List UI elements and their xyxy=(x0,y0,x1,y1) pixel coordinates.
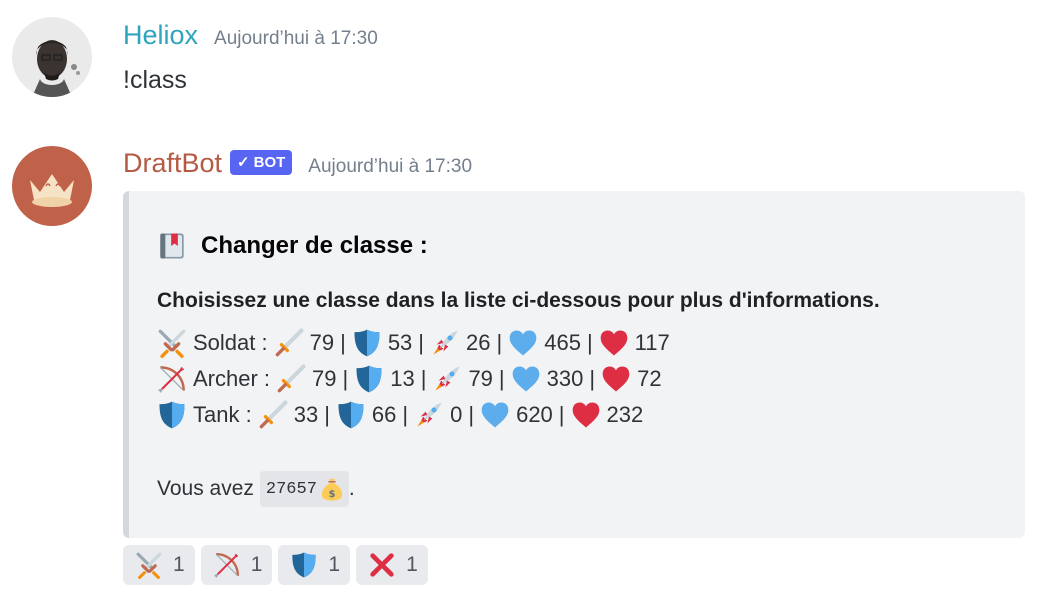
attack-value: 79 xyxy=(309,330,335,355)
separator: | xyxy=(498,366,505,391)
rocket-icon xyxy=(414,400,444,430)
health-value: 465 xyxy=(544,330,581,355)
embed-title: Changer de classe : xyxy=(157,231,428,261)
reaction-crossed-swords[interactable]: 1 xyxy=(123,545,195,585)
speed-value: 0 xyxy=(450,402,463,427)
reaction-count: 1 xyxy=(406,553,418,576)
bot-tag-label: BOT xyxy=(253,153,286,171)
dagger-icon xyxy=(276,364,306,394)
message-content: !class xyxy=(123,66,187,94)
health-value: 620 xyxy=(516,402,553,427)
speed-value: 79 xyxy=(468,366,493,391)
dagger-icon xyxy=(274,328,304,358)
red-heart-icon xyxy=(599,328,629,358)
class-line-tank: Tank : 33 | 66 | 0 | 620 | 232 xyxy=(157,399,649,431)
blue-heart-icon xyxy=(480,400,510,430)
reaction-shield[interactable]: 1 xyxy=(278,545,351,585)
dagger-icon xyxy=(258,400,288,430)
separator: | xyxy=(589,366,596,391)
separator: | xyxy=(324,402,330,427)
separator: | xyxy=(558,402,565,427)
reaction-cross-mark[interactable]: 1 xyxy=(356,545,428,585)
speed-value: 26 xyxy=(466,330,491,355)
check-icon: ✓ xyxy=(237,154,250,171)
separator: | xyxy=(496,330,503,355)
avatar[interactable] xyxy=(12,17,92,97)
separator: | xyxy=(420,366,427,391)
class-line-archer: Archer : 79 | 13 | 79 | 330 | 72 xyxy=(157,363,668,395)
money-line: Vous avez 27657 . xyxy=(157,471,355,507)
separator: | xyxy=(340,330,346,355)
rocket-icon xyxy=(432,364,462,394)
cross-mark-icon xyxy=(368,551,396,579)
separator: | xyxy=(418,330,425,355)
money-bag-icon xyxy=(319,476,345,502)
reactions-bar: 1 1 1 1 xyxy=(123,545,428,585)
blue-heart-icon xyxy=(508,328,538,358)
separator: | xyxy=(468,402,475,427)
reaction-count: 1 xyxy=(173,553,185,576)
attack-value: 33 xyxy=(293,402,319,427)
reaction-count: 1 xyxy=(328,553,341,576)
username[interactable]: Heliox xyxy=(123,20,198,51)
defense-value: 66 xyxy=(371,402,397,427)
rocket-icon xyxy=(430,328,460,358)
money-suffix: . xyxy=(348,477,355,500)
bot-tag: ✓ BOT xyxy=(230,149,293,175)
shield-icon xyxy=(352,328,382,358)
class-label: Tank : xyxy=(193,402,252,427)
class-line-soldat: Soldat : 79 | 53 | 26 | 465 | 117 xyxy=(157,327,676,359)
separator: | xyxy=(342,366,349,391)
money-label: Vous avez xyxy=(157,477,254,500)
red-heart-icon xyxy=(571,400,601,430)
red-heart-icon xyxy=(601,364,631,394)
shield-icon xyxy=(354,364,384,394)
bow-icon xyxy=(157,364,187,394)
message-header: Heliox Aujourd’hui à 17:30 xyxy=(123,20,378,51)
separator: | xyxy=(402,402,409,427)
crossed-swords-icon xyxy=(157,328,187,358)
avatar[interactable] xyxy=(12,146,92,226)
defense-value: 53 xyxy=(387,330,413,355)
fight-power-value: 117 xyxy=(634,330,670,355)
bow-icon xyxy=(213,551,241,579)
username[interactable]: DraftBot xyxy=(123,148,222,179)
shield-icon xyxy=(290,551,318,579)
money-code: 27657 xyxy=(259,471,349,507)
fight-power-value: 232 xyxy=(606,402,644,427)
reaction-bow[interactable]: 1 xyxy=(200,545,273,585)
shield-icon xyxy=(157,400,187,430)
timestamp: Aujourd’hui à 17:30 xyxy=(308,156,473,177)
reaction-count: 1 xyxy=(250,553,263,576)
separator: | xyxy=(586,330,593,355)
crossed-swords-icon xyxy=(135,551,163,579)
embed: Changer de classe : Choisissez une class… xyxy=(123,191,1025,538)
attack-value: 79 xyxy=(312,366,337,391)
class-label: Archer : xyxy=(193,366,271,391)
book-icon xyxy=(157,231,187,261)
money-value: 27657 xyxy=(265,479,317,499)
health-value: 330 xyxy=(546,366,584,391)
message-header: DraftBot ✓ BOT Aujourd’hui à 17:30 xyxy=(123,148,472,180)
fight-power-value: 72 xyxy=(637,366,662,391)
class-label: Soldat : xyxy=(193,330,268,355)
blue-heart-icon xyxy=(511,364,541,394)
embed-description-heading: Choisissez une classe dans la liste ci-d… xyxy=(157,289,880,312)
timestamp: Aujourd’hui à 17:30 xyxy=(214,28,378,49)
shield-icon xyxy=(336,400,366,430)
defense-value: 13 xyxy=(390,366,415,391)
embed-title-text: Changer de classe : xyxy=(201,232,428,259)
